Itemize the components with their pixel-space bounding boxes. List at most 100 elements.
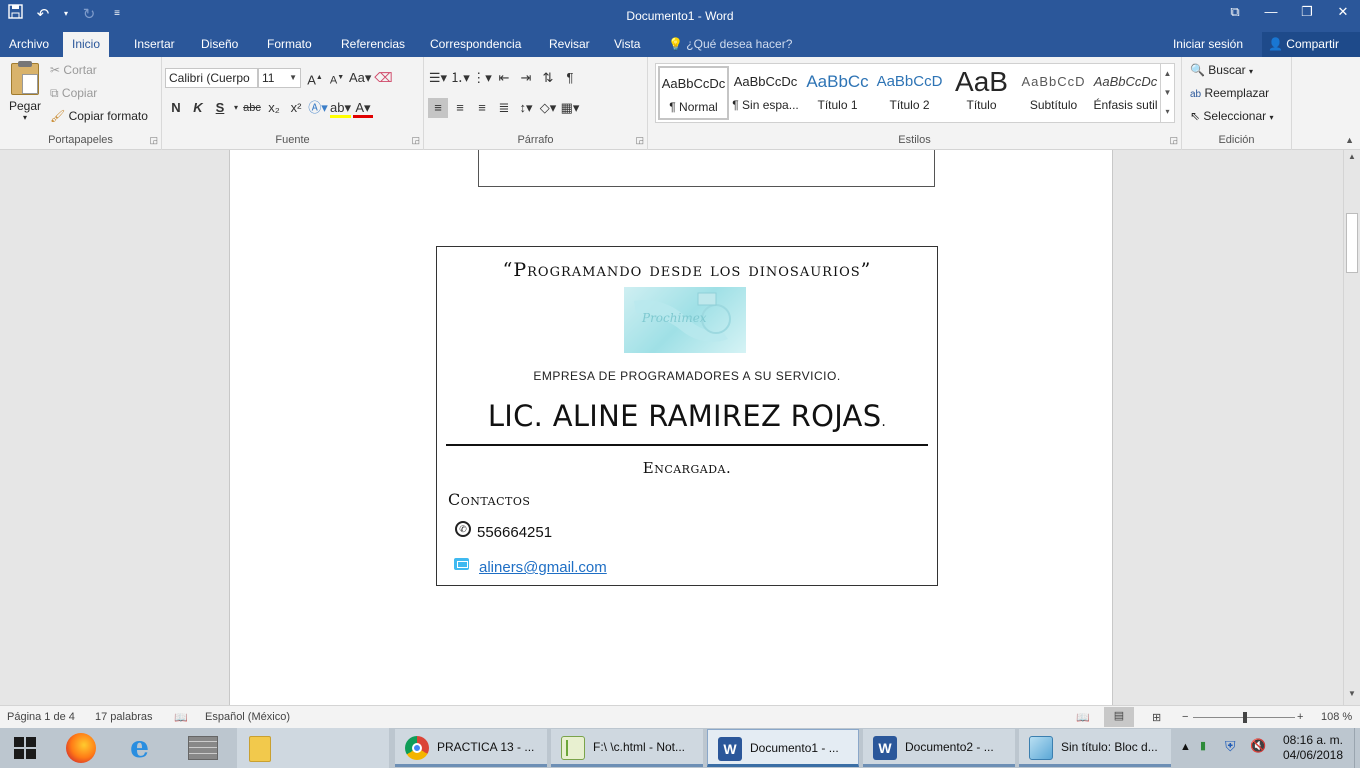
strikethrough-button[interactable]: abc — [242, 98, 262, 118]
dialog-launcher-icon[interactable]: ◲ — [1169, 135, 1178, 146]
grow-font-icon[interactable]: A▲ — [305, 68, 325, 88]
style-subtle-emphasis[interactable]: AaBbCcDc Énfasis sutil — [1090, 66, 1161, 120]
shield-icon[interactable]: ⛨ — [1225, 738, 1236, 755]
style-no-spacing[interactable]: AaBbCcDc ¶ Sin espa... — [730, 66, 801, 120]
tab-diseno[interactable]: Diseño — [192, 32, 247, 57]
web-layout-icon[interactable]: ⊞ — [1152, 711, 1161, 724]
style-title[interactable]: AaB Título — [946, 66, 1017, 120]
scroll-down-icon[interactable]: ▼ — [1344, 689, 1360, 703]
file-explorer-icon[interactable] — [237, 728, 389, 768]
scroll-up-icon[interactable]: ▲ — [1344, 152, 1360, 166]
multilevel-list-icon[interactable]: ⋮▾ — [472, 68, 492, 88]
subscript-button[interactable]: x₂ — [264, 98, 284, 118]
vertical-scrollbar[interactable]: ▲ ▼ — [1343, 150, 1360, 705]
taskbar-app-word-1[interactable]: W Documento1 - ... — [707, 729, 859, 767]
page-count[interactable]: Página 1 de 4 — [7, 711, 75, 723]
style-subtitle[interactable]: AaBbCcD Subtítulo — [1018, 66, 1089, 120]
internet-explorer-icon[interactable]: e — [120, 728, 168, 768]
language[interactable]: Español (México) — [205, 711, 290, 723]
tab-revisar[interactable]: Revisar — [540, 32, 599, 57]
align-center-icon[interactable]: ≡ — [450, 98, 470, 118]
shrink-font-icon[interactable]: A▼ — [327, 68, 347, 88]
ribbon-display-options-icon[interactable]: ⧉ — [1226, 4, 1244, 20]
tab-correspondencia[interactable]: Correspondencia — [421, 32, 530, 57]
volume-muted-icon[interactable]: 🔇 — [1250, 738, 1266, 754]
justify-icon[interactable]: ≣ — [494, 98, 514, 118]
numbering-icon[interactable]: ⒈▾ — [450, 68, 470, 88]
chevron-up-icon[interactable]: ▲ — [1161, 64, 1174, 83]
collapse-ribbon-icon[interactable]: ▲ — [1345, 135, 1354, 145]
word-count[interactable]: 17 palabras — [95, 711, 153, 723]
font-size-combo[interactable]: 11 ▼ — [258, 68, 301, 88]
style-normal[interactable]: AaBbCcDc ¶ Normal — [658, 66, 729, 120]
network-icon[interactable]: ▮ — [1200, 739, 1206, 752]
align-left-icon[interactable]: ≡ — [428, 98, 448, 118]
zoom-out-icon[interactable]: − — [1182, 711, 1188, 723]
close-icon[interactable]: ✕ — [1334, 4, 1352, 20]
tab-vista[interactable]: Vista — [605, 32, 649, 57]
tab-formato[interactable]: Formato — [258, 32, 321, 57]
dialog-launcher-icon[interactable]: ◲ — [635, 135, 644, 146]
increase-indent-icon[interactable]: ⇥ — [516, 68, 536, 88]
print-layout-icon[interactable]: ▤ — [1104, 707, 1134, 727]
taskbar-app-word-2[interactable]: W Documento2 - ... — [863, 729, 1015, 767]
underline-dropdown-icon[interactable]: ▾ — [232, 98, 240, 118]
restore-icon[interactable]: ❐ — [1298, 4, 1316, 20]
more-styles-icon[interactable]: ▾ — [1161, 102, 1174, 121]
windows-start-button[interactable] — [0, 728, 50, 768]
select-button[interactable]: ⇖ Seleccionar ▾ — [1190, 109, 1273, 123]
tab-insertar[interactable]: Insertar — [125, 32, 184, 57]
underline-button[interactable]: S — [210, 98, 230, 118]
share-button[interactable]: 👤 Compartir — [1262, 32, 1360, 57]
tab-referencias[interactable]: Referencias — [332, 32, 414, 57]
font-color-icon[interactable]: A▾ — [353, 98, 373, 118]
firewall-icon[interactable] — [180, 728, 228, 768]
change-case-button[interactable]: Aa▾ — [349, 68, 371, 88]
superscript-button[interactable]: x² — [286, 98, 306, 118]
tell-me-box[interactable]: 💡 ¿Qué desea hacer? — [668, 37, 792, 51]
font-family-combo[interactable]: Calibri (Cuerpo — [165, 68, 258, 88]
taskbar-app-notepadpp[interactable]: F:\ \c.html - Not... — [551, 729, 703, 767]
show-marks-icon[interactable]: ¶ — [560, 68, 580, 88]
text-effects-icon[interactable]: Ⓐ▾ — [308, 98, 328, 118]
replace-button[interactable]: ab Reemplazar — [1190, 86, 1269, 100]
tab-archivo[interactable]: Archivo — [0, 32, 58, 57]
style-heading-2[interactable]: AaBbCcD Título 2 — [874, 66, 945, 120]
show-desktop-button[interactable] — [1354, 728, 1360, 768]
style-heading-1[interactable]: AaBbCc Título 1 — [802, 66, 873, 120]
zoom-level[interactable]: 108 % — [1321, 711, 1352, 723]
minimize-icon[interactable]: — — [1262, 4, 1280, 20]
find-button[interactable]: 🔍 Buscar ▾ — [1190, 63, 1253, 77]
clear-formatting-icon[interactable]: ⌫ — [373, 68, 393, 88]
borders-icon[interactable]: ▦▾ — [560, 98, 580, 118]
proofing-icon[interactable]: 📖 — [174, 711, 188, 724]
tab-inicio[interactable]: Inicio — [63, 32, 110, 57]
paste-button[interactable]: Pegar ▾ — [8, 61, 42, 122]
chevron-down-icon[interactable]: ▼ — [1161, 83, 1174, 102]
email-link[interactable]: aliners@gmail.com — [479, 559, 607, 576]
taskbar-app-notepad[interactable]: Sin título: Bloc d... — [1019, 729, 1171, 767]
tray-overflow-icon[interactable]: ▲ — [1180, 741, 1191, 753]
sign-in-link[interactable]: Iniciar sesión — [1173, 37, 1243, 51]
zoom-slider-thumb[interactable] — [1243, 712, 1247, 723]
shading-icon[interactable]: ◇▾ — [538, 98, 558, 118]
firefox-icon[interactable] — [57, 728, 105, 768]
cut-button[interactable]: ✂ Cortar — [50, 63, 97, 77]
scroll-thumb[interactable] — [1346, 213, 1358, 273]
dialog-launcher-icon[interactable]: ◲ — [149, 135, 158, 146]
highlight-icon[interactable]: ab▾ — [330, 98, 351, 118]
bold-button[interactable]: N — [166, 98, 186, 118]
italic-button[interactable]: K — [188, 98, 208, 118]
sort-icon[interactable]: ⇅ — [538, 68, 558, 88]
decrease-indent-icon[interactable]: ⇤ — [494, 68, 514, 88]
bullets-icon[interactable]: ☰▾ — [428, 68, 448, 88]
align-right-icon[interactable]: ≡ — [472, 98, 492, 118]
copy-button[interactable]: ⧉ Copiar — [50, 86, 97, 101]
read-mode-icon[interactable]: 📖 — [1076, 711, 1090, 724]
zoom-in-icon[interactable]: + — [1297, 711, 1303, 723]
dialog-launcher-icon[interactable]: ◲ — [411, 135, 420, 146]
document-page[interactable]: “Programando desde los dinosaurios” Proc… — [229, 150, 1113, 705]
format-painter-button[interactable]: 🖌 Copiar formato — [50, 109, 148, 123]
system-clock[interactable]: 08:16 a. m. 04/06/2018 — [1278, 733, 1348, 763]
taskbar-app-chrome[interactable]: PRACTICA 13 - ... — [395, 729, 547, 767]
